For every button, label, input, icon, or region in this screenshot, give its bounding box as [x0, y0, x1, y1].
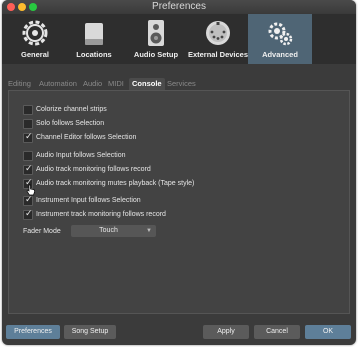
- toolbar-locations[interactable]: Locations: [62, 14, 126, 64]
- checkbox[interactable]: [23, 105, 33, 115]
- gear-icon: [22, 20, 48, 46]
- tab-automation[interactable]: Automation: [39, 78, 77, 90]
- toolbar-audio-setup[interactable]: Audio Setup: [124, 14, 188, 64]
- ok-button[interactable]: OK: [305, 325, 351, 339]
- gears-icon: [268, 22, 293, 46]
- option-label: Solo follows Selection: [36, 120, 105, 127]
- preferences-button[interactable]: Preferences: [6, 325, 60, 339]
- checkbox[interactable]: ✓: [23, 208, 33, 220]
- tab-audio[interactable]: Audio: [83, 78, 102, 90]
- toolbar-label: External Devices: [187, 50, 249, 59]
- preferences-window: Preferences General Locations Audio Setu…: [2, 0, 356, 345]
- fader-mode-value: Touch: [99, 227, 118, 234]
- window-title: Preferences: [152, 1, 206, 12]
- title-bar: Preferences: [2, 0, 356, 14]
- fader-mode-label: Fader Mode: [23, 228, 61, 235]
- option-label: Instrument Input follows Selection: [36, 197, 141, 204]
- toolbar-label: Audio Setup: [133, 50, 179, 59]
- hand-pointer-cursor-icon: [26, 184, 35, 196]
- checkbox[interactable]: ✓: [23, 163, 33, 175]
- checkbox[interactable]: [23, 151, 33, 161]
- checkbox[interactable]: ✓: [23, 131, 33, 143]
- checkmark-icon: ✓: [25, 163, 33, 173]
- song-setup-button[interactable]: Song Setup: [64, 325, 116, 339]
- checkbox[interactable]: ✓: [23, 194, 33, 206]
- toolbar-advanced[interactable]: Advanced: [248, 14, 312, 64]
- option-label: Audio track monitoring follows record: [36, 166, 151, 173]
- toolbar-label: Locations: [76, 50, 112, 59]
- tab-console[interactable]: Console: [129, 78, 165, 90]
- cancel-button[interactable]: Cancel: [254, 325, 300, 339]
- chevron-down-icon: ▼: [146, 228, 152, 234]
- option-label: Colorize channel strips: [36, 106, 107, 113]
- preferences-toolbar: General Locations Audio Setup External D…: [2, 14, 356, 64]
- drive-icon: [85, 23, 103, 45]
- tab-services[interactable]: Services: [167, 78, 196, 90]
- fader-mode-select[interactable]: Touch ▼: [71, 225, 156, 237]
- checkmark-icon: ✓: [25, 208, 33, 218]
- speaker-icon: [148, 20, 164, 46]
- option-label: Channel Editor follows Selection: [36, 134, 137, 141]
- console-settings-panel: Colorize channel strips Solo follows Sel…: [8, 90, 350, 314]
- checkbox[interactable]: [23, 119, 33, 129]
- option-label: Instrument track monitoring follows reco…: [36, 211, 166, 218]
- option-label: Audio Input follows Selection: [36, 152, 126, 159]
- midi-connector-icon: [206, 21, 230, 45]
- tab-editing[interactable]: Editing: [8, 78, 31, 90]
- toolbar-external-devices[interactable]: External Devices: [186, 14, 250, 64]
- tab-midi[interactable]: MIDI: [108, 78, 124, 90]
- apply-button[interactable]: Apply: [203, 325, 249, 339]
- toolbar-label: General: [21, 50, 49, 59]
- toolbar-label: Advanced: [262, 50, 298, 59]
- checkmark-icon: ✓: [25, 131, 33, 141]
- option-label: Audio track monitoring mutes playback (T…: [36, 180, 195, 187]
- toolbar-general[interactable]: General: [3, 14, 67, 64]
